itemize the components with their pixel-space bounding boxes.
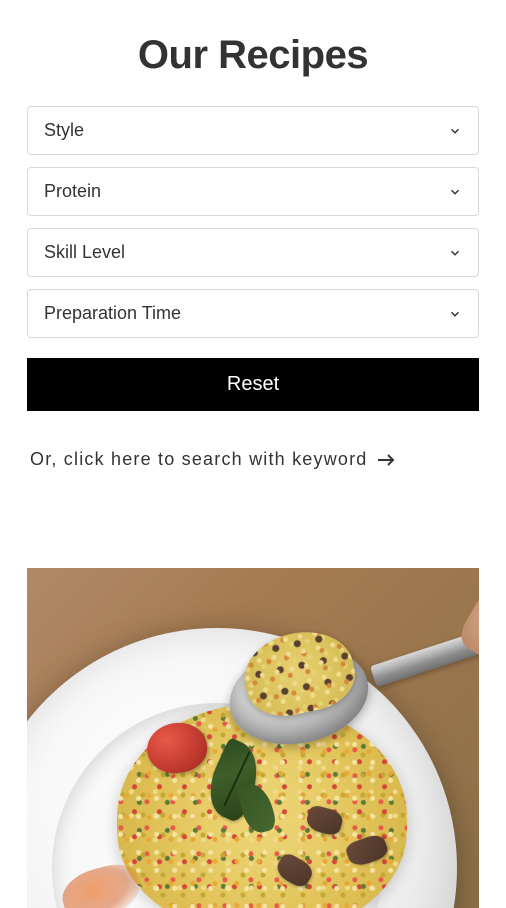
reset-button[interactable]: Reset [27,358,479,411]
preparation-time-dropdown-label: Preparation Time [44,303,181,324]
chevron-down-icon [448,124,462,138]
style-dropdown[interactable]: Style [27,106,479,155]
search-keyword-link[interactable]: Or, click here to search with keyword [30,449,479,470]
spoon [229,588,479,768]
style-dropdown-label: Style [44,120,84,141]
skill-level-dropdown-label: Skill Level [44,242,125,263]
chevron-down-icon [448,246,462,260]
chevron-down-icon [448,185,462,199]
preparation-time-dropdown[interactable]: Preparation Time [27,289,479,338]
chevron-down-icon [448,307,462,321]
recipe-image[interactable] [27,568,479,908]
arrow-right-icon [378,453,396,467]
protein-dropdown[interactable]: Protein [27,167,479,216]
search-keyword-text: Or, click here to search with keyword [30,449,368,469]
page-title: Our Recipes [27,33,479,78]
skill-level-dropdown[interactable]: Skill Level [27,228,479,277]
protein-dropdown-label: Protein [44,181,101,202]
